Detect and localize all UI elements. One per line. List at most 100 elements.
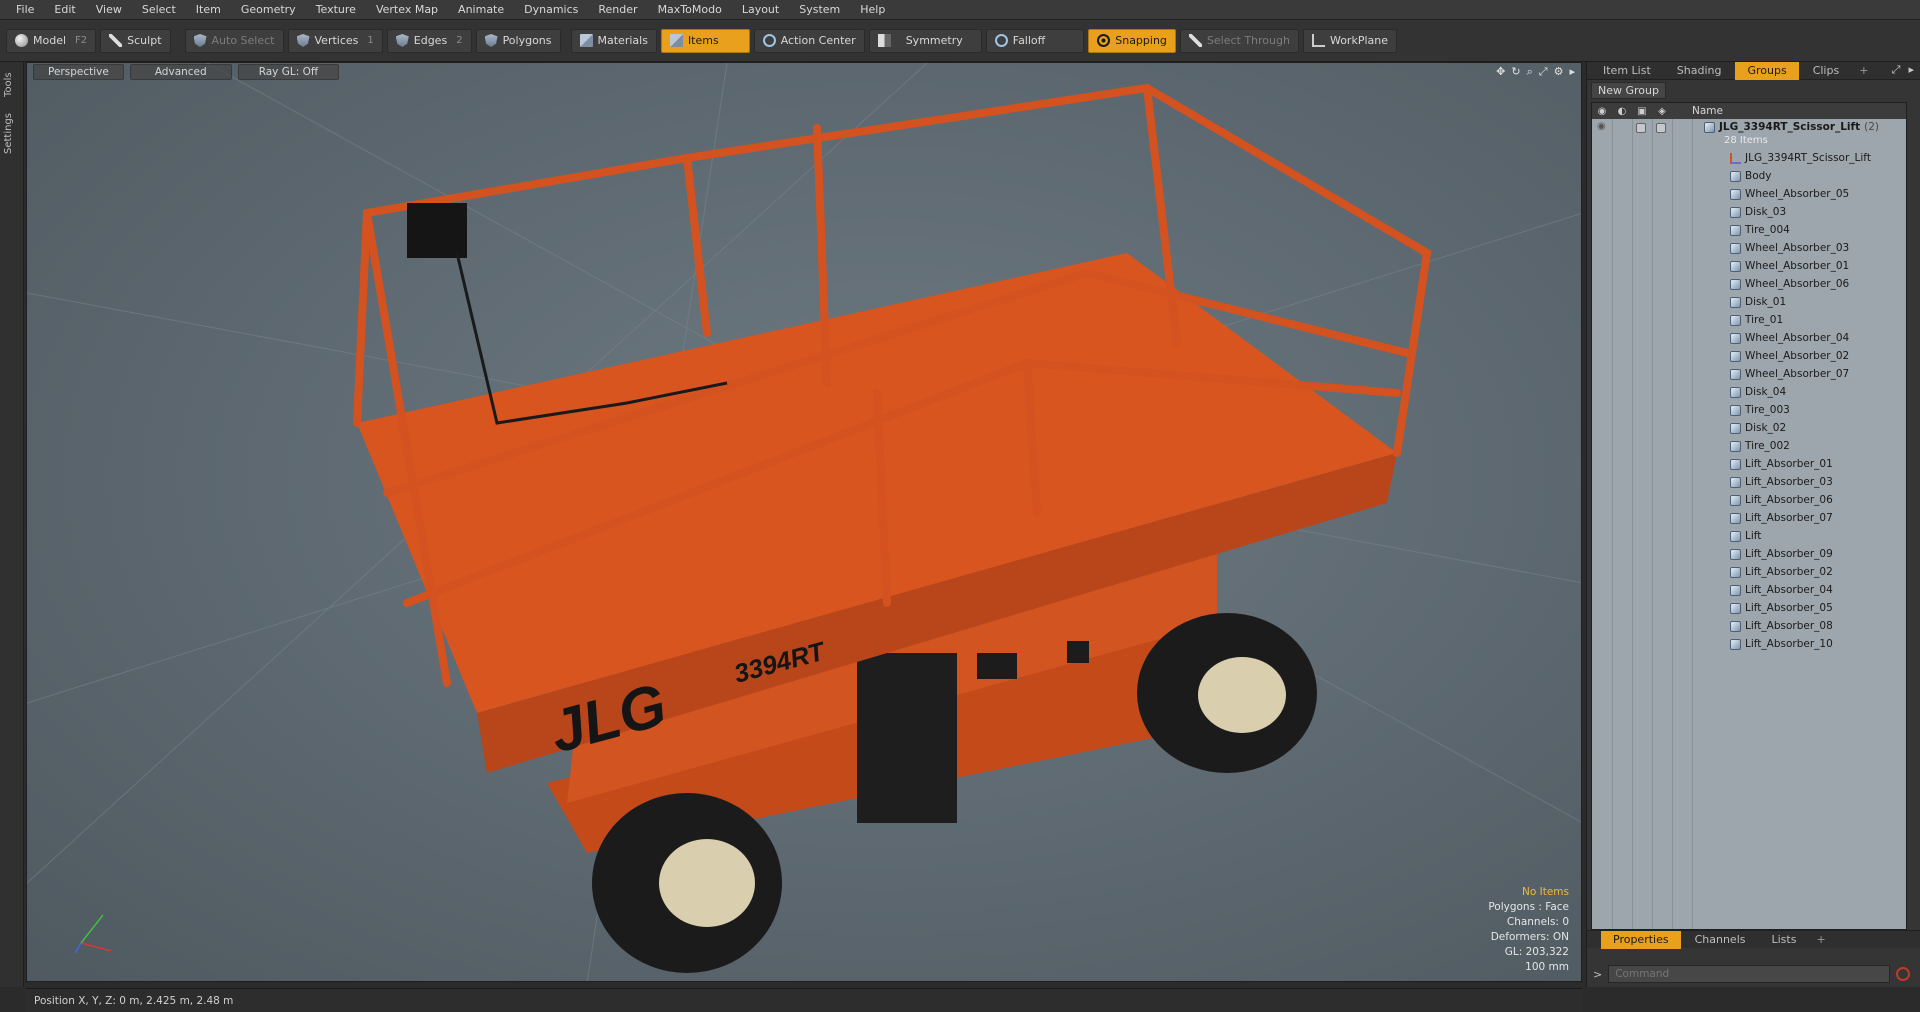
- sculpt-button[interactable]: Sculpt: [100, 28, 171, 53]
- materials-button[interactable]: Materials: [570, 28, 657, 53]
- mesh-icon: [1730, 170, 1741, 182]
- tab-properties[interactable]: Properties: [1601, 930, 1681, 949]
- menu-item[interactable]: Item: [186, 0, 231, 20]
- 3d-viewport[interactable]: JLG 3394RT Perspective Advanced Ray GL: …: [26, 62, 1582, 982]
- eye-icon[interactable]: ◉: [1597, 121, 1606, 132]
- zoom-icon[interactable]: ⌕: [1527, 65, 1533, 79]
- add-tab-icon[interactable]: +: [1810, 931, 1831, 949]
- list-item[interactable]: Tire_003: [1592, 401, 1906, 419]
- group-row[interactable]: ◉ JLG_3394RT_Scissor_Lift (2) 28 Items: [1592, 119, 1906, 149]
- list-item[interactable]: Lift_Absorber_08: [1592, 617, 1906, 635]
- menu-system[interactable]: System: [789, 0, 850, 20]
- items-button[interactable]: Items: [660, 28, 750, 53]
- action-center-button[interactable]: Action Center: [753, 28, 865, 53]
- tools-tab[interactable]: Tools: [3, 68, 21, 102]
- menu-select[interactable]: Select: [132, 0, 186, 20]
- list-item[interactable]: Disk_03: [1592, 203, 1906, 221]
- hud-scale: 100 mm: [1525, 961, 1569, 973]
- visibility-column-icon[interactable]: ◉: [1592, 106, 1612, 117]
- menu-edit[interactable]: Edit: [44, 0, 85, 20]
- list-item[interactable]: Disk_04: [1592, 383, 1906, 401]
- list-item[interactable]: Wheel_Absorber_04: [1592, 329, 1906, 347]
- menu-dynamics[interactable]: Dynamics: [514, 0, 588, 20]
- tab-groups[interactable]: Groups: [1735, 61, 1799, 80]
- list-item[interactable]: Lift_Absorber_10: [1592, 635, 1906, 653]
- shading-mode-button[interactable]: Advanced: [129, 64, 232, 80]
- tab-item-list[interactable]: Item List: [1591, 62, 1663, 80]
- falloff-button[interactable]: Falloff: [985, 28, 1085, 53]
- view-mode-button[interactable]: Perspective: [33, 64, 124, 80]
- list-item[interactable]: Lift_Absorber_07: [1592, 509, 1906, 527]
- list-item[interactable]: Tire_002: [1592, 437, 1906, 455]
- list-item[interactable]: Wheel_Absorber_06: [1592, 275, 1906, 293]
- list-item[interactable]: JLG_3394RT_Scissor_Lift: [1592, 149, 1906, 167]
- pan-icon[interactable]: ✥: [1496, 65, 1505, 79]
- select-through-button[interactable]: Select Through: [1179, 28, 1299, 53]
- menu-animate[interactable]: Animate: [448, 0, 514, 20]
- list-item[interactable]: Wheel_Absorber_02: [1592, 347, 1906, 365]
- list-item[interactable]: Lift_Absorber_09: [1592, 545, 1906, 563]
- list-item[interactable]: Wheel_Absorber_07: [1592, 365, 1906, 383]
- panel-arrow-icon[interactable]: ▸: [1908, 63, 1914, 77]
- group-item-count: 28 Items: [1724, 135, 1768, 146]
- list-item[interactable]: Wheel_Absorber_05: [1592, 185, 1906, 203]
- expand-icon[interactable]: ⤢: [1892, 63, 1901, 77]
- polygons-button[interactable]: Polygons: [475, 28, 561, 53]
- vertices-button[interactable]: Vertices 1: [287, 28, 383, 53]
- list-item[interactable]: Lift_Absorber_01: [1592, 455, 1906, 473]
- status-bar: Position X, Y, Z: 0 m, 2.425 m, 2.48 m: [26, 988, 1582, 1012]
- lock-column-icon[interactable]: ▣: [1632, 106, 1652, 117]
- menu-geometry[interactable]: Geometry: [231, 0, 306, 20]
- select-column-icon[interactable]: ◈: [1652, 106, 1672, 117]
- menu-layout[interactable]: Layout: [732, 0, 789, 20]
- list-item[interactable]: Wheel_Absorber_03: [1592, 239, 1906, 257]
- command-input[interactable]: [1608, 965, 1891, 983]
- menu-help[interactable]: Help: [850, 0, 895, 20]
- tab-lists[interactable]: Lists: [1760, 931, 1809, 949]
- list-item[interactable]: Lift_Absorber_02: [1592, 563, 1906, 581]
- symmetry-button[interactable]: Symmetry: [868, 28, 982, 53]
- select-toggle[interactable]: [1656, 123, 1666, 133]
- list-item[interactable]: Body: [1592, 167, 1906, 185]
- list-item[interactable]: Lift: [1592, 527, 1906, 545]
- model-button[interactable]: Model F2: [6, 28, 97, 53]
- menu-vertex-map[interactable]: Vertex Map: [366, 0, 448, 20]
- arrow-right-icon[interactable]: ▸: [1569, 65, 1575, 79]
- list-item[interactable]: Disk_02: [1592, 419, 1906, 437]
- render-column-icon[interactable]: ◐: [1612, 106, 1632, 117]
- list-item[interactable]: Tire_01: [1592, 311, 1906, 329]
- menu-render[interactable]: Render: [588, 0, 647, 20]
- list-item[interactable]: Lift_Absorber_05: [1592, 599, 1906, 617]
- list-item[interactable]: Lift_Absorber_06: [1592, 491, 1906, 509]
- menu-view[interactable]: View: [86, 0, 132, 20]
- add-tab-icon[interactable]: +: [1853, 62, 1874, 80]
- list-item[interactable]: Disk_01: [1592, 293, 1906, 311]
- list-item[interactable]: Tire_004: [1592, 221, 1906, 239]
- snapping-button[interactable]: Snapping: [1088, 28, 1176, 53]
- list-item[interactable]: Lift_Absorber_03: [1592, 473, 1906, 491]
- list-item[interactable]: Lift_Absorber_04: [1592, 581, 1906, 599]
- mesh-icon: [1730, 638, 1741, 650]
- menu-maxtomodo[interactable]: MaxToModo: [648, 0, 732, 20]
- new-group-button[interactable]: New Group: [1591, 82, 1666, 99]
- menu-texture[interactable]: Texture: [306, 0, 366, 20]
- rotate-icon[interactable]: ↻: [1511, 65, 1520, 79]
- workplane-button[interactable]: WorkPlane: [1302, 28, 1397, 53]
- auto-select-button[interactable]: Auto Select: [184, 28, 284, 53]
- mesh-icon: [1730, 476, 1741, 488]
- tab-shading[interactable]: Shading: [1665, 62, 1734, 80]
- maximize-icon[interactable]: ⤢: [1539, 65, 1548, 79]
- lock-toggle[interactable]: [1636, 123, 1646, 133]
- tab-channels[interactable]: Channels: [1683, 931, 1758, 949]
- list-item[interactable]: Wheel_Absorber_01: [1592, 257, 1906, 275]
- mesh-icon: [1730, 566, 1741, 578]
- menu-file[interactable]: File: [6, 0, 44, 20]
- action-center-icon: [762, 34, 776, 47]
- gear-icon[interactable]: ⚙: [1554, 65, 1564, 79]
- settings-tab[interactable]: Settings: [3, 108, 21, 158]
- record-icon[interactable]: [1896, 967, 1911, 981]
- raygl-button[interactable]: Ray GL: Off: [237, 64, 340, 80]
- mesh-icon: [1730, 242, 1741, 254]
- tab-clips[interactable]: Clips: [1801, 62, 1852, 80]
- edges-button[interactable]: Edges 2: [386, 28, 472, 53]
